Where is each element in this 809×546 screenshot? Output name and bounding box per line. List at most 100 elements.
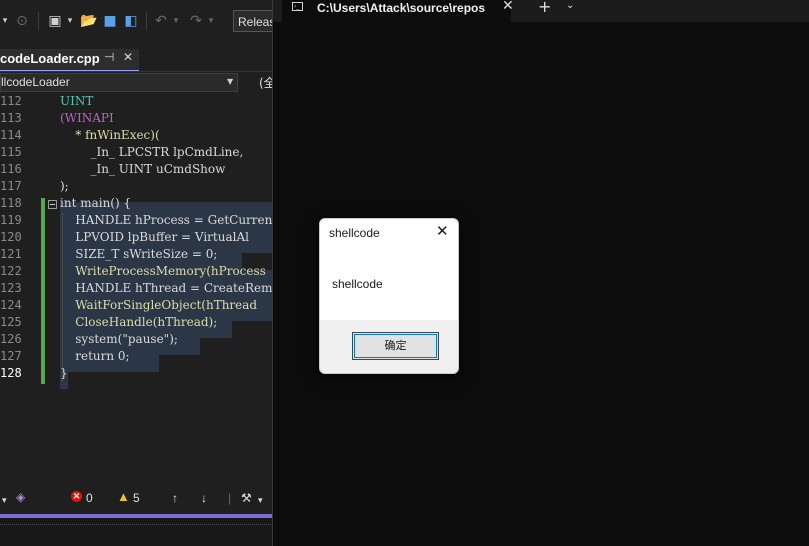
chevron-down-icon[interactable]: ▾: [66, 11, 74, 31]
code-text: system("pause");: [60, 332, 178, 346]
line-number: 117: [0, 179, 22, 193]
code-line: 113 (WINAPI: [0, 110, 273, 127]
line-number: 128: [0, 366, 22, 380]
save-icon[interactable]: ■: [102, 11, 118, 31]
warning-icon[interactable]: ▲: [117, 489, 130, 504]
panel-grip: [0, 524, 273, 529]
code-text: _In_ UINT uCmdShow: [60, 162, 226, 176]
code-text: return 0;: [60, 349, 130, 363]
output-panel: [0, 518, 273, 546]
line-number: 127: [0, 349, 22, 363]
code-line: 126 system("pause");: [0, 331, 273, 348]
member-dropdown[interactable]: (全: [259, 74, 273, 91]
code-line: 122 WriteProcessMemory(hProcess: [0, 263, 273, 280]
status-separator: |: [228, 491, 232, 505]
code-text: * fnWinExec)(: [60, 128, 160, 142]
configuration-dropdown[interactable]: Releas: [233, 10, 273, 32]
chevron-down-icon[interactable]: ▾: [2, 492, 7, 508]
redo-icon[interactable]: ↷: [188, 11, 204, 31]
code-text: HANDLE hThread = CreateRemo: [60, 281, 273, 295]
vs-toolbar: ▾ ⊙ ▣ ▾ 📂 ■ ◧ ↶ ▾ ↷ ▾ Releas: [0, 0, 273, 42]
warning-count[interactable]: 5: [133, 490, 140, 506]
dialog-message: shellcode: [332, 277, 383, 291]
code-line: 119 HANDLE hProcess = GetCurren: [0, 212, 273, 229]
toolbar-separator: [146, 12, 147, 30]
terminal-icon: ›_: [292, 2, 303, 11]
line-number: 116: [0, 162, 22, 176]
new-tab-button[interactable]: +: [538, 0, 551, 16]
line-number: 115: [0, 145, 22, 159]
code-text: LPVOID lpBuffer = VirtualAl: [60, 230, 249, 244]
line-number: 122: [0, 264, 22, 278]
chevron-down-icon[interactable]: ⌄: [566, 0, 574, 11]
line-number: 114: [0, 128, 22, 142]
code-text: (WINAPI: [60, 111, 114, 125]
open-folder-icon[interactable]: 📂: [80, 11, 97, 31]
chevron-down-icon[interactable]: ▾: [207, 11, 215, 31]
toolbar-separator: [38, 12, 39, 30]
close-icon[interactable]: ✕: [123, 50, 133, 64]
line-number: 124: [0, 298, 22, 312]
code-text: SIZE_T sWriteSize = 0;: [60, 247, 218, 261]
line-number: 126: [0, 332, 22, 346]
terminal-tab[interactable]: ›_ C:\Users\Attack\source\repos ✕: [282, 0, 514, 22]
code-line: 121 SIZE_T sWriteSize = 0;: [0, 246, 273, 263]
dialog-title: shellcode: [329, 226, 380, 240]
line-number: 120: [0, 230, 22, 244]
visual-studio-window: ▾ ⊙ ▣ ▾ 📂 ■ ◧ ↶ ▾ ↷ ▾ Releas codeLoader.…: [0, 0, 273, 546]
line-number: 125: [0, 315, 22, 329]
scope-dropdown-label: llcodeLoader: [1, 75, 70, 89]
forward-nav-icon[interactable]: ⊙: [14, 11, 30, 31]
code-text: HANDLE hProcess = GetCurren: [60, 213, 273, 227]
error-icon[interactable]: ✕: [71, 491, 82, 502]
editor-status-bar: ▾ ◈ ✕ 0 ▲ 5 ↑ ↓ | ⚒ ▾: [0, 487, 273, 509]
code-line: 123 HANDLE hThread = CreateRemo: [0, 280, 273, 297]
code-text: WriteProcessMemory(hProcess: [60, 264, 266, 278]
arrow-down-icon[interactable]: ↓: [201, 490, 207, 506]
code-editor[interactable]: 112 UINT 113 (WINAPI 114 * fnWinExec)( 1…: [0, 93, 273, 483]
code-text: WaitForSingleObject(hThread: [60, 298, 258, 312]
code-line: 124 WaitForSingleObject(hThread: [0, 297, 273, 314]
line-number: 118: [0, 196, 22, 210]
scope-dropdown[interactable]: llcodeLoader ▼: [0, 73, 238, 92]
copilot-icon[interactable]: ◈: [16, 489, 25, 505]
arrow-up-icon[interactable]: ↑: [172, 490, 178, 506]
undo-icon[interactable]: ↶: [153, 11, 169, 31]
code-text: CloseHandle(hThread);: [60, 315, 218, 329]
ok-button[interactable]: 确定: [352, 332, 439, 360]
code-text: int main() {: [60, 196, 132, 210]
save-all-icon[interactable]: ◧: [123, 11, 139, 31]
code-line: 114 * fnWinExec)(: [0, 127, 273, 144]
code-line: 120 LPVOID lpBuffer = VirtualAl: [0, 229, 273, 246]
code-text: UINT: [60, 94, 94, 108]
message-box: shellcode ✕ shellcode 确定: [319, 218, 459, 374]
close-icon[interactable]: ✕: [502, 0, 514, 14]
code-line: 118 int main() {: [0, 195, 273, 212]
terminal-tab-bar: ›_ C:\Users\Attack\source\repos ✕ + ⌄: [273, 0, 809, 22]
error-count[interactable]: 0: [86, 490, 93, 506]
code-line: 112 UINT: [0, 93, 273, 110]
code-line: 128 }: [0, 365, 273, 382]
code-text: }: [60, 366, 68, 380]
code-line: 116 _In_ UINT uCmdShow: [0, 161, 273, 178]
terminal-tab-title: C:\Users\Attack\source\repos: [317, 1, 486, 15]
solution-explorer-icon[interactable]: ▣: [46, 11, 64, 31]
navigation-bar: llcodeLoader ▼ (全: [0, 71, 273, 94]
line-number: 123: [0, 281, 22, 295]
dialog-footer: 确定: [320, 320, 458, 373]
chevron-down-icon[interactable]: ▾: [172, 11, 180, 31]
document-tab-label: codeLoader.cpp: [0, 51, 100, 66]
document-tab[interactable]: codeLoader.cpp ⊣ ✕: [0, 49, 139, 72]
cleanup-brush-icon[interactable]: ⚒: [241, 490, 252, 506]
pin-icon[interactable]: ⊣: [104, 50, 114, 64]
toolbar-dropdown-icon[interactable]: ▾: [0, 11, 10, 31]
code-line: 125 CloseHandle(hThread);: [0, 314, 273, 331]
code-line: 117 );: [0, 178, 273, 195]
code-text: );: [60, 179, 69, 193]
line-number: 112: [0, 94, 22, 108]
chevron-down-icon[interactable]: ▾: [258, 492, 263, 508]
line-number: 119: [0, 213, 22, 227]
chevron-down-icon[interactable]: ▼: [227, 77, 233, 86]
close-icon[interactable]: ✕: [436, 222, 449, 240]
code-line: 127 return 0;: [0, 348, 273, 365]
